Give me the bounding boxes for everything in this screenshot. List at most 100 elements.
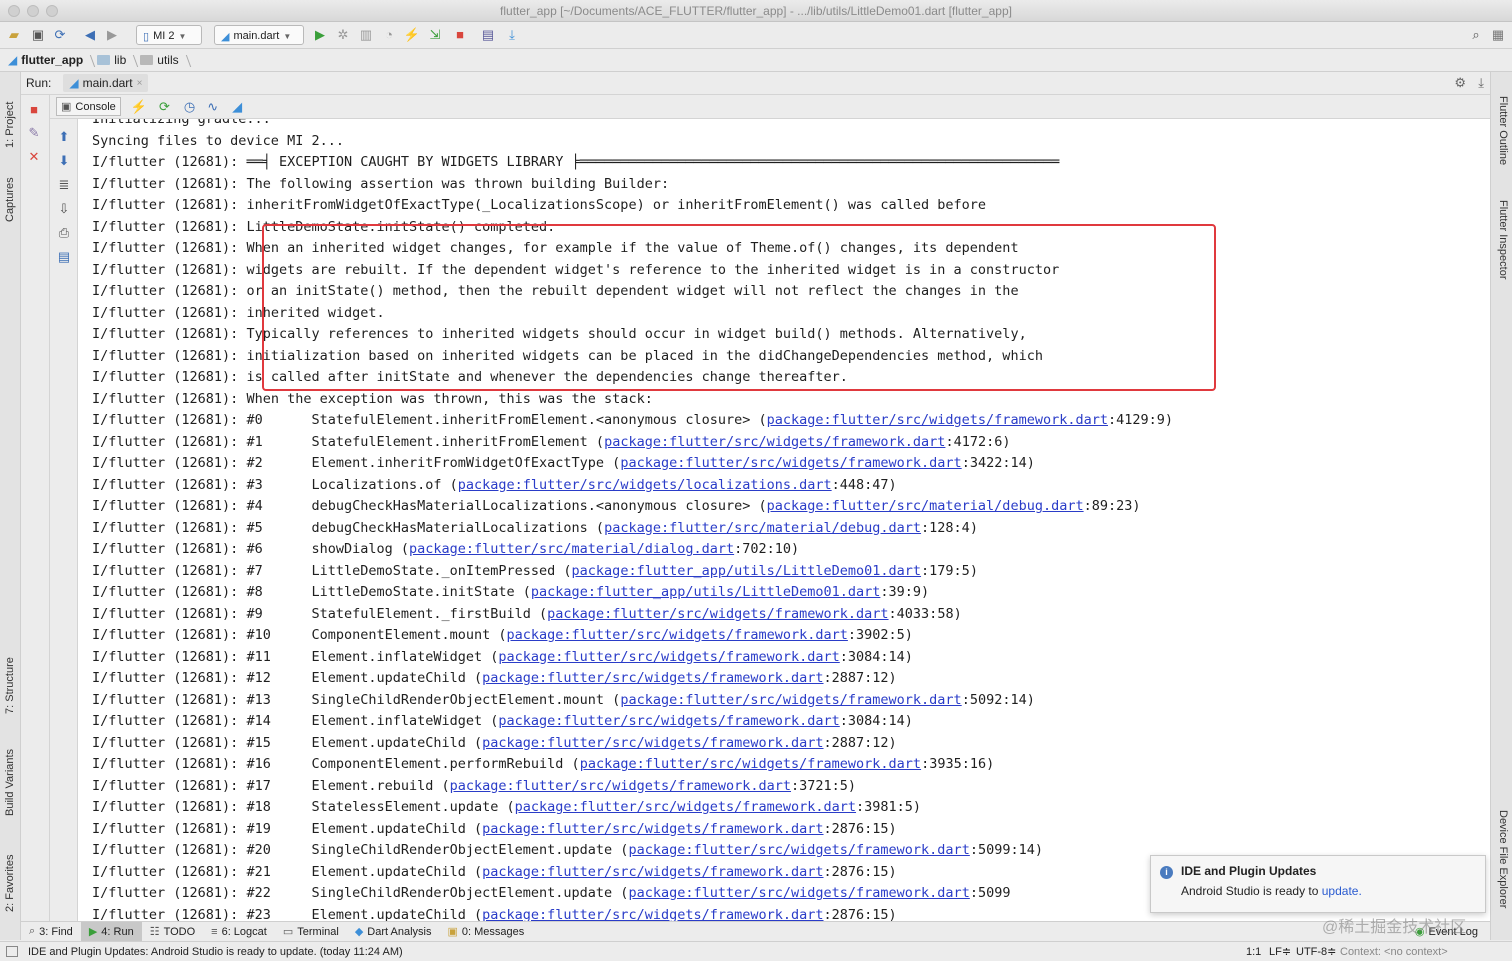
scroll-to-end-icon[interactable]: ⇩ [56,201,72,217]
source-link[interactable]: package:flutter/src/widgets/framework.da… [482,907,823,922]
tab-captures[interactable]: Captures [2,160,18,222]
tab-todo[interactable]: ☷ TODO [142,922,203,942]
status-message[interactable]: IDE and Plugin Updates: Android Studio i… [28,946,403,958]
sync-icon[interactable]: ⟳ [52,27,68,43]
device-selector[interactable]: ▯ MI 2 ▼ [136,25,202,45]
source-link[interactable]: package:flutter/src/material/debug.dart [767,498,1084,514]
console-output[interactable]: Initializing gradle... Syncing files to d… [78,119,1490,921]
gear-icon[interactable]: ⚙ [1454,75,1466,91]
tab-flutter-inspector[interactable]: Flutter Inspector [1493,200,1509,279]
tab-build-variants[interactable]: Build Variants [2,732,18,816]
update-link[interactable]: update. [1322,884,1362,898]
source-link[interactable]: package:flutter/src/widgets/framework.da… [580,756,921,772]
breadcrumb-utils[interactable]: utils [140,53,188,67]
source-link[interactable]: package:flutter/src/widgets/framework.da… [620,692,961,708]
run-icon[interactable]: ▶ [312,27,328,43]
hide-panel-icon[interactable]: ⤓ [1478,75,1484,91]
performance-icon[interactable]: ∿ [207,99,218,115]
source-link[interactable]: package:flutter/src/widgets/framework.da… [767,412,1108,428]
flutter-icon: ◢ [69,76,79,90]
trash-icon[interactable]: ▤ [56,249,72,265]
source-link[interactable]: package:flutter/src/material/dialog.dart [409,541,734,557]
source-link[interactable]: package:flutter_app/utils/LittleDemo01.d… [572,563,922,579]
console-line-prefix: I/flutter (12681): [92,885,247,901]
console-line-suffix: :5092:14) [961,691,1035,708]
source-link[interactable]: package:flutter/src/widgets/framework.da… [498,649,839,665]
update-notification[interactable]: i IDE and Plugin Updates Android Studio … [1150,855,1486,913]
breadcrumb-project[interactable]: ◢ flutter_app [8,53,93,67]
tab-console[interactable]: ▣ Console [56,97,121,116]
console-line-prefix: I/flutter (12681): [92,863,247,880]
tab-run[interactable]: ▶ 4: Run [80,921,142,942]
close-icon[interactable]: ✕ [26,149,42,165]
breadcrumb-lib[interactable]: lib [97,53,136,67]
source-link[interactable]: package:flutter/src/widgets/framework.da… [628,842,969,858]
stop-icon[interactable]: ■ [452,27,468,43]
tab-device-file-explorer[interactable]: Device File Explorer [1493,810,1509,908]
source-link[interactable]: package:flutter/src/widgets/framework.da… [450,778,791,794]
save-icon[interactable]: ▣ [30,27,46,43]
tab-flutter-outline[interactable]: Flutter Outline [1493,96,1509,165]
print-icon[interactable]: ⎙ [56,225,72,241]
hot-reload-icon[interactable]: ⚡ [404,27,420,43]
arrow-up-icon[interactable]: ⬆ [56,129,72,145]
tab-messages[interactable]: ▣ 0: Messages [440,922,533,942]
pin-icon[interactable]: ✎ [26,125,42,141]
source-link[interactable]: package:flutter/src/widgets/framework.da… [507,627,848,643]
tab-main-dart[interactable]: ◢ main.dart × [63,74,149,92]
tab-project[interactable]: 1: Project [2,78,18,148]
profile-icon[interactable]: ◔ [381,27,397,43]
source-link[interactable]: package:flutter_app/utils/LittleDemo01.d… [531,584,881,600]
info-icon: i [1160,866,1173,879]
tab-dart-analysis[interactable]: ◆ Dart Analysis [347,922,440,942]
source-link[interactable]: package:flutter/src/material/debug.dart [604,520,921,536]
console-line: I/flutter (12681): #5 debugCheckHasMater… [92,518,1173,540]
close-icon[interactable]: × [137,78,143,89]
tab-favorites[interactable]: 2: Favorites [2,834,18,912]
tab-terminal[interactable]: ▭ Terminal [275,922,347,942]
run-config-selector[interactable]: ◢ main.dart ▼ [214,25,304,45]
avd-manager-icon[interactable]: ▤ [480,27,496,43]
coverage-icon[interactable]: ▥ [358,27,374,43]
source-link[interactable]: package:flutter/src/widgets/framework.da… [498,713,839,729]
flutter-inspector-icon[interactable]: ◢ [232,99,242,115]
source-link[interactable]: package:flutter/src/widgets/framework.da… [482,735,823,751]
back-arrow-icon[interactable]: ◀ [82,27,98,43]
tab-structure[interactable]: 7: Structure [2,638,18,714]
source-link[interactable]: package:flutter/src/widgets/framework.da… [620,455,961,471]
console-line-suffix: :2876:15) [823,863,897,880]
console-lines: Initializing gradle... Syncing files to d… [92,119,1173,921]
console-line-suffix: :448:47) [831,476,897,493]
hot-restart-icon[interactable]: ⟳ [159,99,170,115]
caret-position[interactable]: 1:1 [1246,946,1261,958]
source-link[interactable]: package:flutter/src/widgets/framework.da… [482,864,823,880]
file-encoding[interactable]: UTF-8≑ [1296,945,1336,958]
line-separator[interactable]: LF≑ [1269,945,1291,958]
search-icon[interactable]: ⌕ [1468,27,1484,43]
timer-icon[interactable]: ◷ [184,99,195,115]
stop-icon[interactable]: ■ [26,101,42,117]
debug-icon[interactable]: ✲ [335,27,351,43]
source-link[interactable]: package:flutter/src/widgets/framework.da… [604,434,945,450]
source-link[interactable]: package:flutter/src/widgets/framework.da… [515,799,856,815]
sdk-manager-icon[interactable]: ⤓ [504,27,520,43]
source-link[interactable]: package:flutter/src/widgets/localization… [458,477,832,493]
toggle-tool-windows-icon[interactable] [6,946,18,957]
source-link[interactable]: package:flutter/src/widgets/framework.da… [547,606,888,622]
context-indicator[interactable]: Context: <no context> [1340,946,1448,958]
attach-debugger-icon[interactable]: ⇲ [427,27,443,43]
tab-logcat[interactable]: ≡ 6: Logcat [203,922,275,942]
arrow-down-icon[interactable]: ⬇ [56,153,72,169]
soft-wrap-icon[interactable]: ≣ [56,177,72,193]
forward-arrow-icon[interactable]: ▶ [104,27,120,43]
source-link[interactable]: package:flutter/src/widgets/framework.da… [482,821,823,837]
hot-reload-icon[interactable]: ⚡ [131,99,147,115]
source-link[interactable]: package:flutter/src/widgets/framework.da… [628,885,969,901]
tab-find[interactable]: ⌕ 3: Find [21,922,81,942]
console-line-text: When an inherited widget changes, for ex… [246,240,1019,256]
open-folder-icon[interactable]: ▰ [6,27,22,43]
source-link[interactable]: package:flutter/src/widgets/framework.da… [482,670,823,686]
console-line: I/flutter (12681): #17 Element.rebuild (… [92,776,1173,798]
dart-icon: ◆ [354,926,364,938]
help-icon[interactable]: ▦ [1490,27,1506,43]
